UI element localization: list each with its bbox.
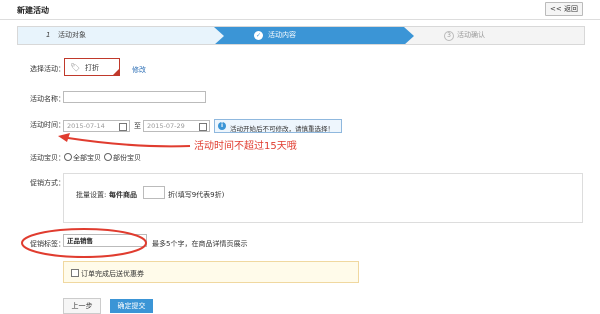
activity-type-label: 选择活动： (30, 65, 65, 73)
activity-name-label: 活动名称： (30, 95, 65, 103)
step-3-label: 活动确认 (457, 31, 485, 39)
step-3-number: 3 (444, 31, 454, 41)
selected-corner-icon (113, 69, 119, 75)
radio-all-label: 全部宝贝 (73, 154, 101, 162)
promo-method-box (63, 173, 583, 223)
info-icon: i (218, 122, 226, 130)
check-icon: ✓ (254, 31, 263, 40)
step-1-number: 1 (46, 31, 51, 39)
modify-link[interactable]: 修改 (132, 65, 146, 75)
time-notice: i 活动开始后不可修改，请慎重选择！ (214, 119, 342, 133)
activity-type-card[interactable]: 🏷 打折 (64, 58, 120, 76)
discount-input[interactable] (143, 186, 165, 199)
batch-setting-label: 批量设置: (76, 191, 107, 199)
discount-hint: 折(填写9代表9折) (168, 191, 225, 199)
activity-name-input[interactable] (63, 91, 206, 103)
coupon-checkbox[interactable] (71, 269, 79, 277)
step-progress: 1 活动对象 ✓ 活动内容 3 活动确认 (17, 26, 585, 45)
time-notice-text: 活动开始后不可修改，请慎重选择！ (230, 125, 334, 133)
page-title: 新建活动 (17, 6, 49, 15)
promo-method-label: 促销方式： (30, 179, 65, 187)
step-2-label: 活动内容 (268, 31, 296, 39)
submit-button[interactable]: 确定提交 (110, 299, 153, 313)
annotation-ellipse (21, 228, 147, 258)
activity-items-label: 活动宝贝： (30, 154, 65, 162)
header-divider (0, 19, 600, 20)
step-arrow (404, 27, 414, 44)
step-3: 3 活动确认 (404, 27, 584, 44)
radio-part-label: 部份宝贝 (113, 154, 141, 162)
activity-type-value: 打折 (85, 64, 99, 72)
prev-step-button[interactable]: 上一步 (63, 298, 101, 314)
radio-part-items[interactable] (104, 153, 112, 161)
promo-tag-hint: 最多5个字，在商品详情页展示 (152, 240, 248, 248)
coupon-panel: 订单完成后送优惠券 (63, 261, 359, 283)
step-2: ✓ 活动内容 (214, 27, 404, 44)
annotation-arrow (58, 133, 191, 148)
step-1: 1 活动对象 (18, 27, 214, 44)
tag-icon: 🏷 (70, 63, 81, 72)
back-button[interactable]: << 返回 (545, 2, 583, 16)
calendar-icon[interactable] (199, 123, 207, 131)
step-1-label: 活动对象 (58, 31, 86, 39)
coupon-label: 订单完成后送优惠券 (81, 270, 144, 278)
per-item-label: 每件商品 (109, 191, 137, 199)
step-arrow (214, 27, 224, 44)
annotation-text: 活动时间不超过15天哦 (194, 141, 297, 152)
radio-all-items[interactable] (64, 153, 72, 161)
